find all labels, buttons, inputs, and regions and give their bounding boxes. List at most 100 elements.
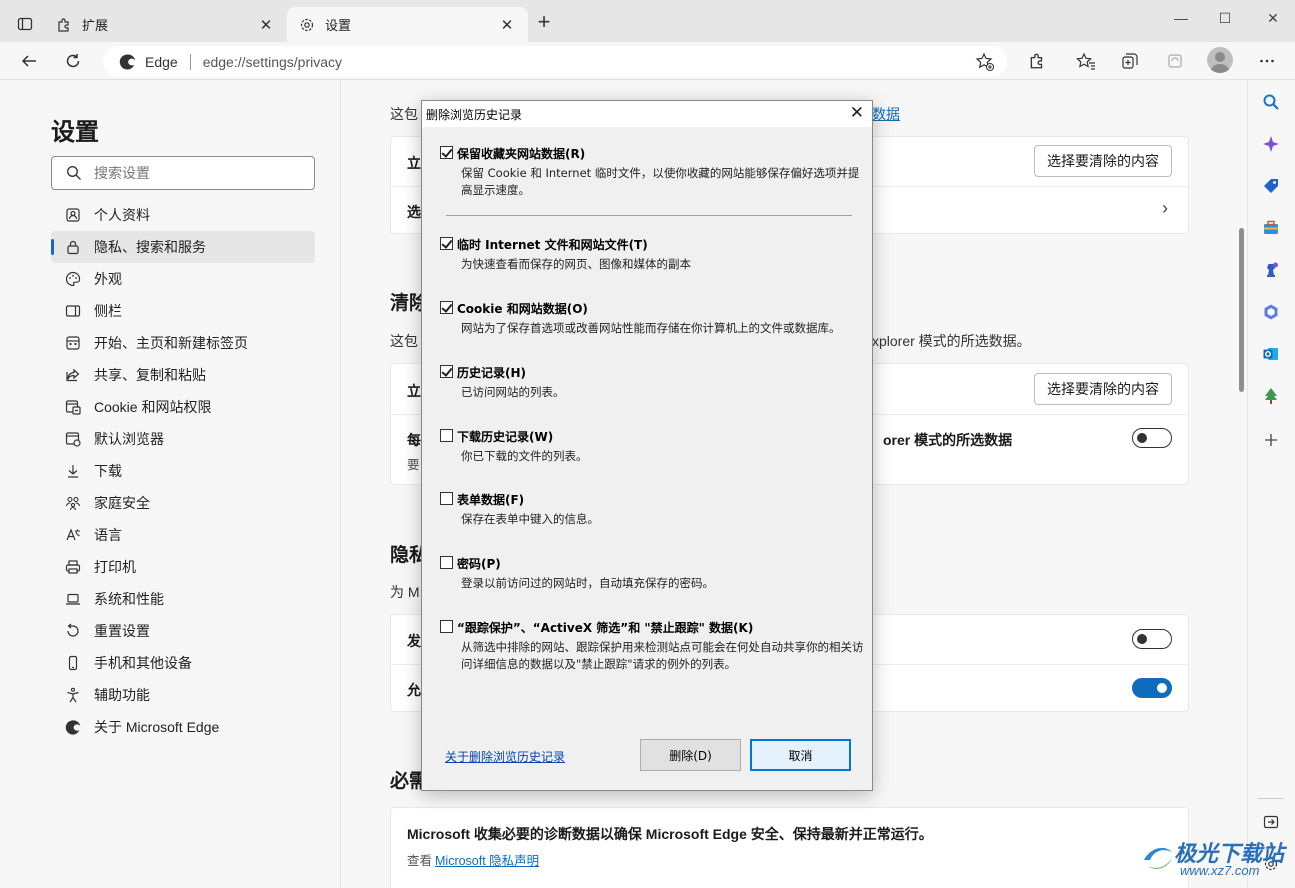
browser-essentials-icon[interactable]: [1162, 49, 1188, 73]
section-description-link[interactable]: 数据: [872, 104, 900, 124]
profile-avatar[interactable]: [1207, 47, 1233, 73]
sidebar-item-phone[interactable]: 手机和其他设备: [51, 647, 315, 679]
settings-sidebar: 设置 搜索设置 个人资料 隐私、搜索和服务 外观 侧栏 开始、主页和新建标签页 …: [0, 80, 341, 888]
close-tab-icon[interactable]: ✕: [257, 16, 275, 34]
choose-what-to-clear-button[interactable]: 选择要清除的内容: [1034, 373, 1172, 405]
refresh-icon[interactable]: [60, 49, 86, 73]
sidebar-add-icon[interactable]: [1261, 430, 1281, 450]
site-permissions-icon: [64, 398, 82, 416]
page-title: 设置: [51, 119, 99, 146]
clear-on-close-toggle[interactable]: [1132, 428, 1172, 448]
close-tab-icon[interactable]: ✕: [498, 16, 516, 34]
sidebar-item-start-home[interactable]: 开始、主页和新建标签页: [51, 327, 315, 359]
privacy-statement-link[interactable]: Microsoft 隐私声明: [435, 850, 539, 869]
diagnostic-data-card: Microsoft 收集必要的诊断数据以确保 Microsoft Edge 安全…: [390, 807, 1189, 888]
option-description: 保留 Cookie 和 Internet 临时文件，以使你收藏的网站能够保存偏好…: [461, 166, 860, 197]
new-tab-button[interactable]: +: [533, 11, 555, 34]
url-text[interactable]: edge://settings/privacy: [203, 54, 342, 70]
back-icon[interactable]: [16, 49, 42, 73]
toolbar: Edge edge://settings/privacy: [0, 42, 1295, 80]
sidebar-discover-icon[interactable]: [1261, 134, 1281, 154]
data-link[interactable]: 数据: [872, 106, 900, 122]
sidebar-games-icon[interactable]: [1261, 260, 1281, 280]
scrollbar-thumb[interactable]: [1239, 228, 1244, 392]
sidebar-item-accessibility[interactable]: 辅助功能: [51, 679, 315, 711]
sidebar-item-cookies[interactable]: Cookie 和网站权限: [51, 391, 315, 423]
address-bar[interactable]: Edge edge://settings/privacy: [103, 46, 1007, 77]
sidebar-item-share[interactable]: 共享、复制和粘贴: [51, 359, 315, 391]
sidebar-item-label: 外观: [94, 271, 122, 287]
checkbox[interactable]: [440, 365, 453, 378]
sidebar-item-label: 家庭安全: [94, 495, 150, 511]
dialog-close-icon[interactable]: ✕: [850, 103, 864, 123]
sidebar-item-sidebar[interactable]: 侧栏: [51, 295, 315, 327]
checkbox[interactable]: [440, 556, 453, 569]
add-favorite-icon[interactable]: [975, 52, 995, 72]
option-description: 你已下载的文件的列表。: [461, 449, 588, 463]
sidebar-item-profile[interactable]: 个人资料: [51, 199, 315, 231]
settings-nav-list: 个人资料 隐私、搜索和服务 外观 侧栏 开始、主页和新建标签页 共享、复制和粘贴…: [51, 199, 315, 743]
about-delete-history-link[interactable]: 关于删除浏览历史记录: [445, 748, 565, 765]
sidebar-item-system[interactable]: 系统和性能: [51, 583, 315, 615]
sidebar-search-icon[interactable]: [1261, 92, 1281, 112]
search-input[interactable]: 搜索设置: [51, 156, 315, 190]
sidebar-item-label: 侧栏: [94, 303, 122, 319]
sidebar-hide-icon[interactable]: [1261, 812, 1281, 832]
tab-actions-button[interactable]: [8, 11, 42, 37]
lock-icon: [64, 238, 82, 256]
sidebar-shopping-icon[interactable]: [1261, 176, 1281, 196]
watermark-url: www.xz7.com: [1180, 863, 1260, 878]
tab-settings[interactable]: 设置 ✕: [287, 7, 528, 42]
sidebar-item-downloads[interactable]: 下载: [51, 455, 315, 487]
row-label: 每: [407, 432, 421, 448]
sidebar-item-family[interactable]: 家庭安全: [51, 487, 315, 519]
sidebar-office-icon[interactable]: [1261, 302, 1281, 322]
checkbox[interactable]: [440, 620, 453, 633]
sidebar-item-printers[interactable]: 打印机: [51, 551, 315, 583]
row-sub: 要: [407, 458, 420, 472]
maximize-icon[interactable]: ☐: [1214, 10, 1236, 32]
family-icon: [64, 494, 82, 512]
puzzle-icon: [56, 17, 72, 33]
row-label-end: orer 模式的所选数据: [883, 432, 1013, 448]
sidebar-outlook-icon[interactable]: [1261, 344, 1281, 364]
download-icon: [64, 462, 82, 480]
allow-payment-toggle[interactable]: [1132, 678, 1172, 698]
page-scrollbar[interactable]: [1237, 80, 1247, 888]
checkbox[interactable]: [440, 301, 453, 314]
option-label: Cookie 和网站数据(O): [457, 302, 588, 316]
sidebar-item-languages[interactable]: 语言: [51, 519, 315, 551]
tab-extensions[interactable]: 扩展 ✕: [44, 7, 287, 42]
sidebar-item-appearance[interactable]: 外观: [51, 263, 315, 295]
collections-icon[interactable]: [1117, 49, 1143, 73]
checkbox[interactable]: [440, 146, 453, 159]
more-options-icon[interactable]: [1254, 49, 1280, 73]
option-description: 为快速查看而保存的网页、图像和媒体的副本: [461, 257, 691, 271]
phone-icon: [64, 654, 82, 672]
sidebar-item-label: 手机和其他设备: [94, 655, 192, 671]
sidebar-item-label: 重置设置: [94, 623, 150, 639]
option-label: 密码(P): [457, 557, 501, 571]
sidebar-tools-icon[interactable]: [1261, 218, 1281, 238]
tab-bar: 扩展 ✕ 设置 ✕ + — ☐ ✕: [0, 0, 1295, 42]
sidebar-item-about[interactable]: 关于 Microsoft Edge: [51, 711, 315, 743]
do-not-track-toggle[interactable]: [1132, 629, 1172, 649]
checkbox[interactable]: [440, 492, 453, 505]
window-close-icon[interactable]: ✕: [1262, 10, 1284, 32]
sidebar-tree-icon[interactable]: [1261, 386, 1281, 406]
favorites-icon[interactable]: [1073, 49, 1099, 73]
cancel-button[interactable]: 取消: [750, 739, 851, 771]
checkbox[interactable]: [440, 237, 453, 250]
section-description: 为 M: [390, 584, 420, 600]
choose-what-to-clear-button[interactable]: 选择要清除的内容: [1034, 145, 1172, 177]
diagnostic-text: Microsoft 收集必要的诊断数据以确保 Microsoft Edge 安全…: [407, 826, 933, 842]
sidebar-item-privacy[interactable]: 隐私、搜索和服务: [51, 231, 315, 263]
minimize-icon[interactable]: —: [1170, 10, 1192, 32]
delete-button[interactable]: 删除(D): [640, 739, 741, 771]
option-label: 保留收藏夹网站数据(R): [457, 147, 586, 161]
sidebar-item-default-browser[interactable]: 默认浏览器: [51, 423, 315, 455]
extensions-icon[interactable]: [1024, 49, 1050, 73]
option-description: 登录以前访问过的网站时，自动填充保存的密码。: [461, 576, 714, 590]
sidebar-item-reset[interactable]: 重置设置: [51, 615, 315, 647]
checkbox[interactable]: [440, 429, 453, 442]
